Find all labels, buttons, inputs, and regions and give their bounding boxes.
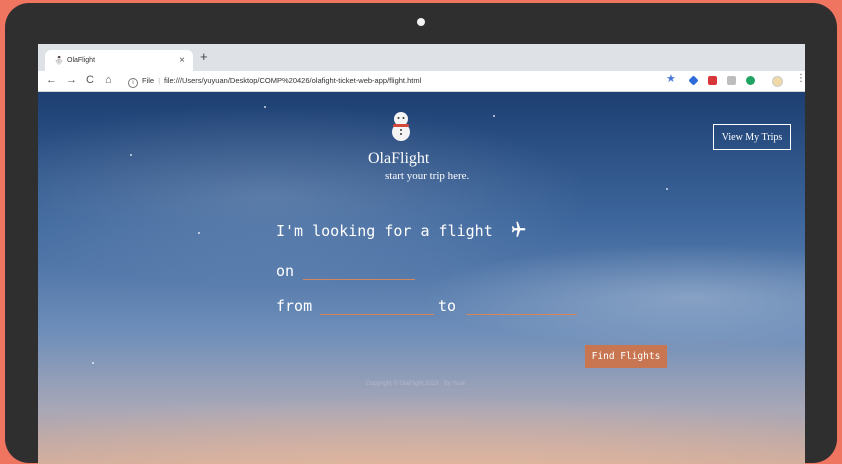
tab-close-icon[interactable]: × — [179, 55, 185, 66]
origin-input[interactable] — [320, 298, 434, 315]
sky-star — [92, 362, 94, 364]
snowman-favicon-icon: ⛄ — [54, 56, 64, 65]
extension-diamond-icon[interactable] — [688, 75, 699, 86]
airplane-icon — [511, 221, 526, 237]
find-flights-button[interactable]: Find Flights — [585, 345, 667, 368]
forward-icon[interactable]: → — [66, 73, 77, 88]
extension-grey-icon[interactable] — [727, 76, 736, 85]
bookmark-star-icon[interactable]: ★ — [666, 72, 676, 85]
reload-icon[interactable]: C — [86, 73, 94, 88]
new-tab-button[interactable]: + — [200, 49, 208, 64]
snowman-logo-icon — [392, 112, 410, 141]
extension-green-icon[interactable] — [746, 76, 755, 85]
tab-olaflight[interactable]: ⛄ OlaFlight × — [45, 50, 193, 71]
origin-label: from — [276, 297, 313, 315]
sky-star — [198, 232, 200, 234]
sky-star — [666, 188, 668, 190]
browser-menu-icon[interactable]: ⋮ — [796, 73, 805, 84]
brand-title: OlaFlight — [368, 150, 430, 167]
flight-search-page: OlaFlight start your trip here. View My … — [38, 92, 805, 464]
date-input[interactable] — [303, 263, 415, 280]
browser-window: ⛄ OlaFlight × + ← → C ⌂ i File | file:///Us… — [38, 44, 805, 464]
date-label: on — [276, 262, 295, 280]
info-icon[interactable]: i — [128, 78, 138, 88]
sky-star — [264, 106, 266, 108]
browser-toolbar: ← → C ⌂ i File | file:///Users/yuyuan/Deskt… — [38, 71, 805, 92]
destination-input[interactable] — [466, 298, 577, 315]
home-icon[interactable]: ⌂ — [105, 73, 112, 88]
brand-tagline: start your trip here. — [385, 170, 470, 182]
laptop-bezel: ⛄ OlaFlight × + ← → C ⌂ i File | file:///Us… — [5, 3, 837, 464]
tab-title: OlaFlight — [67, 57, 96, 64]
footer-copyright: Copyright © OlaFlight 2019 · By Yuan — [366, 381, 467, 387]
address-bar[interactable]: i File | file:///Users/yuyuan/Desktop/COMP%… — [128, 73, 688, 88]
back-icon[interactable]: ← — [46, 73, 57, 88]
profile-avatar[interactable] — [772, 76, 783, 87]
extension-red-icon[interactable] — [708, 76, 717, 85]
tab-strip: ⛄ OlaFlight × + — [38, 44, 805, 71]
view-my-trips-button[interactable]: View My Trips — [713, 124, 791, 150]
search-prompt: I'm looking for a flight — [276, 222, 493, 240]
address-url: file:///Users/yuyuan/Desktop/COMP%20426/… — [164, 76, 422, 85]
destination-label: to — [438, 297, 457, 315]
sky-star — [130, 154, 132, 156]
camera-dot — [417, 18, 425, 26]
address-scheme: File — [142, 76, 155, 85]
address-separator: | — [158, 76, 161, 85]
sky-star — [493, 115, 495, 117]
